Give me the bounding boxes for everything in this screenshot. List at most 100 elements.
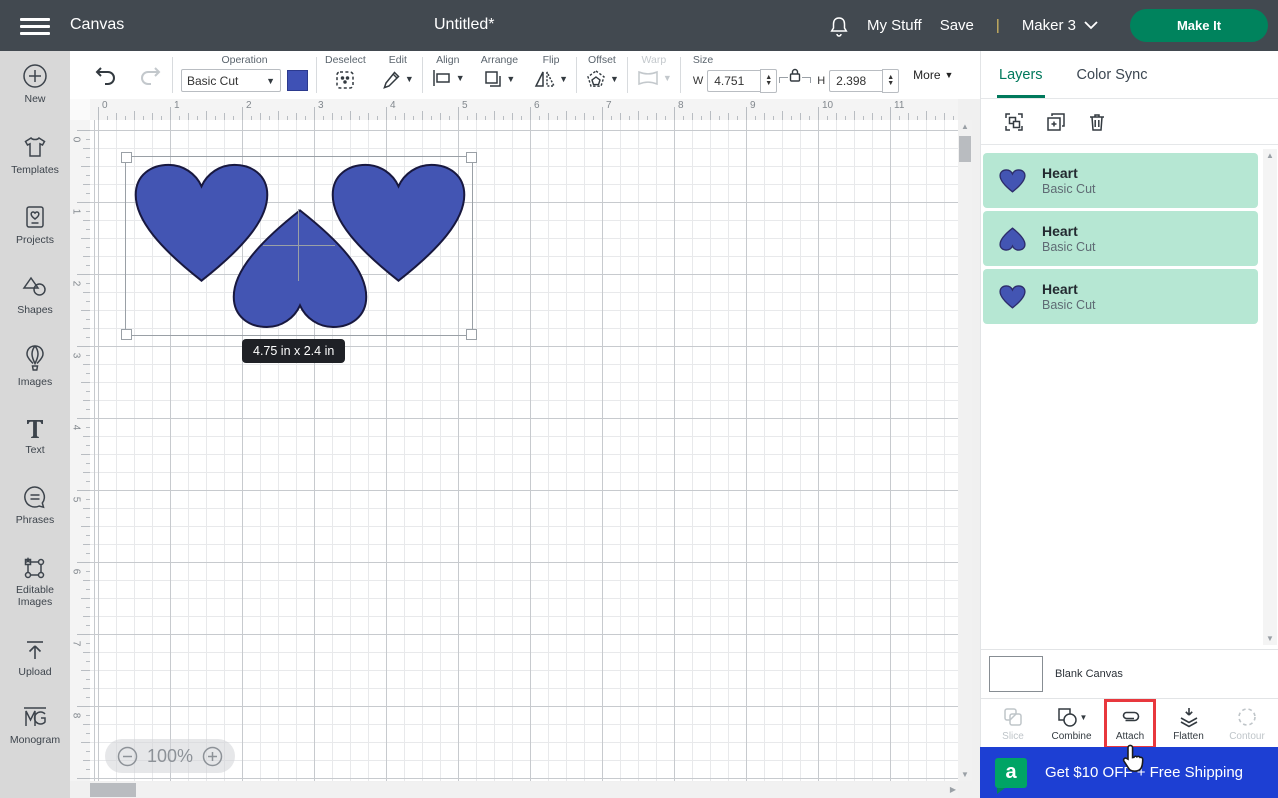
warp-icon xyxy=(636,69,660,87)
sidebar-item-phrases[interactable]: Phrases xyxy=(0,484,70,526)
flatten-button[interactable]: Flatten xyxy=(1163,699,1215,749)
delete-trash-icon[interactable] xyxy=(1087,111,1107,133)
save-link[interactable]: Save xyxy=(940,17,974,34)
resize-handle-top-left[interactable] xyxy=(121,152,132,163)
align-button[interactable]: Align ▼ xyxy=(423,51,473,99)
scroll-down-arrow-icon[interactable]: ▼ xyxy=(958,770,972,779)
canvas-section-label: Canvas xyxy=(70,16,124,34)
sidebar-item-new[interactable]: New xyxy=(0,63,70,105)
resize-handle-bottom-left[interactable] xyxy=(121,329,132,340)
sidebar-item-projects[interactable]: Projects xyxy=(0,204,70,246)
group-select-icon[interactable] xyxy=(1003,111,1025,133)
warp-button[interactable]: Warp ▼ xyxy=(628,51,680,99)
attach-button-highlighted[interactable]: Attach xyxy=(1104,699,1156,749)
sidebar-item-text[interactable]: Text xyxy=(0,416,70,456)
canvas-workspace: 01234567891011 0123456789 4.75 in x 2.4 … xyxy=(70,99,980,798)
more-button[interactable]: More▼ xyxy=(913,51,953,99)
height-label: H xyxy=(817,75,825,87)
zoom-out-icon[interactable] xyxy=(117,746,138,767)
width-stepper[interactable]: ▲▼ xyxy=(760,69,777,93)
slice-icon xyxy=(1002,706,1024,728)
resize-handle-top-right[interactable] xyxy=(466,152,477,163)
operation-group: Operation Basic Cut▼ xyxy=(173,51,316,99)
lock-aspect-icon[interactable] xyxy=(788,67,802,83)
flip-button[interactable]: Flip ▼ xyxy=(526,51,576,99)
redo-button[interactable] xyxy=(138,65,162,85)
project-notebook-icon xyxy=(0,204,70,230)
vertical-ruler: 0123456789 xyxy=(70,120,91,781)
arrange-layers-icon xyxy=(483,69,503,89)
cricut-design-space-window: Canvas Untitled* My Stuff Save | Maker 3… xyxy=(0,0,1278,798)
promo-banner[interactable]: a Get $10 OFF + Free Shipping xyxy=(980,747,1278,798)
selection-bounding-box[interactable] xyxy=(125,156,473,336)
edit-button[interactable]: Edit ▼ xyxy=(374,51,422,99)
edit-toolbar: Operation Basic Cut▼ Deselect Edit ▼ Ali… xyxy=(70,51,980,100)
sidebar-item-templates[interactable]: Templates xyxy=(0,134,70,176)
sidebar-item-upload[interactable]: Upload xyxy=(0,638,70,678)
offset-icon xyxy=(585,69,607,89)
slice-button[interactable]: Slice xyxy=(987,699,1039,749)
sidebar-item-images[interactable]: Images xyxy=(0,344,70,388)
align-icon xyxy=(431,69,453,87)
zoom-level-value: 100% xyxy=(147,746,193,767)
my-stuff-link[interactable]: My Stuff xyxy=(867,17,922,34)
layers-panel: Layers Color Sync Heart Basic Cut H xyxy=(980,51,1278,798)
selection-size-badge: 4.75 in x 2.4 in xyxy=(242,339,345,363)
make-it-button[interactable]: Make It xyxy=(1130,9,1268,42)
duplicate-icon[interactable] xyxy=(1045,111,1067,133)
arrange-button[interactable]: Arrange ▼ xyxy=(473,51,526,99)
canvas-horizontal-scrollbar[interactable]: ▶ xyxy=(90,782,958,798)
combine-button[interactable]: ▼ Combine xyxy=(1046,699,1098,749)
sidebar-item-monogram[interactable]: Monogram xyxy=(0,704,70,746)
layer-list: Heart Basic Cut Heart Basic Cut Heart Ba… xyxy=(981,145,1278,649)
contour-button[interactable]: Contour xyxy=(1221,699,1273,749)
blank-canvas-label: Blank Canvas xyxy=(1055,668,1123,680)
zoom-in-icon[interactable] xyxy=(202,746,223,767)
scroll-down-arrow-icon[interactable]: ▼ xyxy=(1263,634,1277,643)
hamburger-menu-icon[interactable] xyxy=(20,14,50,36)
sidebar-item-editable-images[interactable]: Editable Images xyxy=(0,554,70,608)
operation-dropdown[interactable]: Basic Cut▼ xyxy=(181,69,281,92)
shapes-icon xyxy=(0,274,70,300)
horizontal-ruler: 01234567891011 xyxy=(90,99,958,121)
zoom-control: 100% xyxy=(105,739,235,773)
heart-layer-icon xyxy=(999,285,1026,309)
blank-canvas-swatch[interactable] xyxy=(989,656,1043,692)
document-title[interactable]: Untitled* xyxy=(434,16,494,34)
horizontal-scroll-thumb[interactable] xyxy=(90,783,136,797)
layer-item-heart-1[interactable]: Heart Basic Cut xyxy=(983,153,1258,208)
design-canvas-grid[interactable]: 4.75 in x 2.4 in xyxy=(90,120,958,781)
panel-scrollbar[interactable]: ▲ ▼ xyxy=(1263,149,1277,645)
scroll-up-arrow-icon[interactable]: ▲ xyxy=(1263,151,1277,160)
offset-button[interactable]: Offset ▼ xyxy=(577,51,627,99)
hot-air-balloon-icon xyxy=(0,344,70,372)
scroll-up-arrow-icon[interactable]: ▲ xyxy=(958,122,972,131)
editable-images-icon xyxy=(0,554,70,580)
scroll-right-arrow-icon[interactable]: ▶ xyxy=(950,785,956,794)
new-plus-icon xyxy=(0,63,70,89)
color-swatch[interactable] xyxy=(287,70,308,91)
height-input[interactable]: 2.398 xyxy=(829,70,882,92)
text-icon xyxy=(0,416,70,440)
resize-handle-bottom-right[interactable] xyxy=(466,329,477,340)
chevron-down-icon: ▼ xyxy=(1080,713,1088,722)
monogram-icon xyxy=(0,704,70,730)
notifications-bell-icon[interactable] xyxy=(829,15,849,37)
canvas-vertical-scrollbar[interactable]: ▲ ▼ xyxy=(958,120,972,781)
sidebar-item-shapes[interactable]: Shapes xyxy=(0,274,70,316)
promo-logo-icon: a xyxy=(995,758,1027,788)
phrases-speech-bubble-icon xyxy=(0,484,70,510)
tab-layers[interactable]: Layers xyxy=(999,51,1043,98)
top-bar: Canvas Untitled* My Stuff Save | Maker 3… xyxy=(0,0,1278,51)
deselect-button[interactable]: Deselect xyxy=(317,51,374,99)
width-input[interactable]: 4.751 xyxy=(707,70,760,92)
vertical-scroll-thumb[interactable] xyxy=(959,136,971,162)
height-stepper[interactable]: ▲▼ xyxy=(882,69,899,93)
layer-item-heart-3[interactable]: Heart Basic Cut xyxy=(983,269,1258,324)
layer-item-heart-2[interactable]: Heart Basic Cut xyxy=(983,211,1258,266)
upload-arrow-icon xyxy=(0,638,70,662)
tab-color-sync[interactable]: Color Sync xyxy=(1077,51,1148,98)
undo-button[interactable] xyxy=(94,65,118,85)
machine-selector[interactable]: Maker 3 xyxy=(1022,17,1098,34)
tshirt-icon xyxy=(0,134,70,160)
